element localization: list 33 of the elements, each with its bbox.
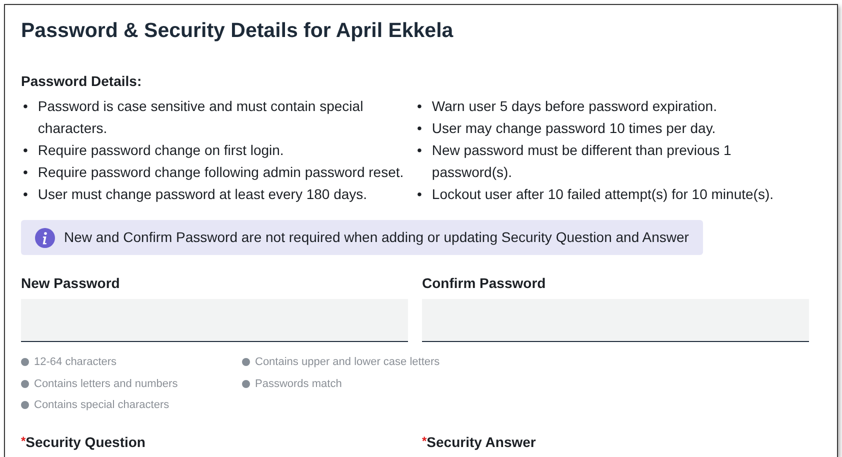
password-field[interactable] — [21, 299, 408, 342]
list-item: Require password change following admin password reset. — [38, 163, 404, 182]
bullet: • — [417, 141, 422, 160]
field-label: Confirm Password — [422, 274, 547, 293]
bullet: • — [23, 141, 28, 160]
info-text: New and Confirm Password are not required when adding or updating Security Question and Answer — [64, 228, 689, 247]
requirement-text: 12-64 characters — [34, 355, 117, 370]
required-mark: * — [422, 434, 427, 448]
list-item: Require password change on first login. — [38, 141, 284, 160]
required-mark: * — [21, 434, 26, 448]
requirement-text: Contains special characters — [34, 398, 170, 413]
requirement-text: Contains letters and numbers — [34, 376, 178, 392]
list-item: User may change password 10 times per day. — [432, 119, 716, 138]
field-label: New Password — [21, 274, 121, 293]
list-item: User must change password at least every 180 days. — [38, 185, 368, 204]
password-field[interactable] — [422, 299, 809, 342]
bullet: • — [23, 185, 28, 204]
info-icon — [35, 228, 55, 248]
list-item: New password must be different than previous 1 password(s). — [432, 141, 732, 182]
bullet: • — [417, 119, 422, 138]
page-title: Password & Security Details for April Ekkela — [21, 19, 454, 43]
requirement-text: Contains upper and lower case letters — [255, 355, 440, 370]
field-label: *Security Answer — [422, 432, 537, 452]
requirement-text: Passwords match — [255, 376, 342, 392]
field-label: *Security Question — [21, 432, 146, 452]
section-heading: Password Details: — [21, 72, 143, 91]
bullet: • — [417, 97, 422, 116]
bullet: • — [417, 185, 422, 204]
bullet: • — [23, 97, 28, 116]
list-item: Lockout user after 10 failed attempt(s) for 10 minute(s). — [432, 185, 774, 204]
bullet: • — [23, 163, 28, 182]
list-item: Password is case sensitive and must contain special characters. — [38, 97, 364, 138]
list-item: Warn user 5 days before password expiration. — [432, 97, 717, 116]
